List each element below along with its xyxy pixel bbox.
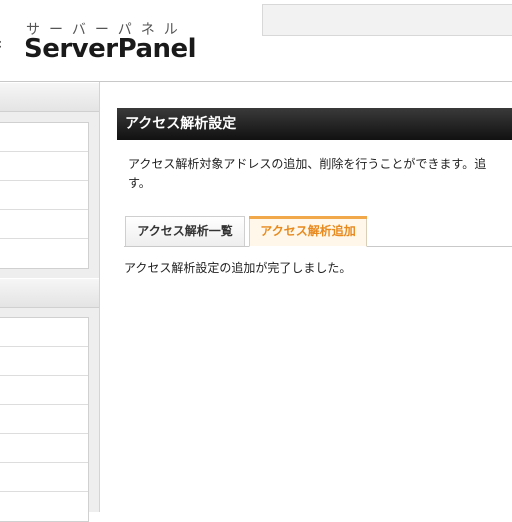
description-line: アクセス解析対象アドレスの追加、削除を行うことができます。追 bbox=[128, 157, 487, 171]
sidebar-item[interactable] bbox=[0, 434, 88, 463]
sidebar-item[interactable] bbox=[0, 492, 88, 521]
sidebar-section-header[interactable] bbox=[0, 278, 99, 308]
page-title: アクセス解析設定 bbox=[117, 108, 512, 140]
sidebar-item[interactable] bbox=[0, 347, 88, 376]
sidebar-item[interactable] bbox=[0, 239, 88, 268]
sidebar-item[interactable] bbox=[0, 210, 88, 239]
main-content: アクセス解析設定 アクセス解析対象アドレスの追加、削除を行うことができます。追 … bbox=[100, 82, 512, 512]
sidebar-item[interactable] bbox=[0, 376, 88, 405]
result-message: アクセス解析設定の追加が完了しました。 bbox=[124, 261, 352, 275]
sidebar-item[interactable] bbox=[0, 181, 88, 210]
header-bar bbox=[262, 4, 512, 36]
sidebar-item[interactable] bbox=[0, 318, 88, 347]
sidebar-item[interactable] bbox=[0, 123, 88, 152]
sidebar-item[interactable] bbox=[0, 405, 88, 434]
page-description: アクセス解析対象アドレスの追加、削除を行うことができます。追 す。 bbox=[128, 155, 512, 193]
sidebar-item[interactable] bbox=[0, 463, 88, 492]
sidebar bbox=[0, 82, 100, 522]
tab-access-analysis-add[interactable]: アクセス解析追加 bbox=[249, 216, 367, 247]
header: ‹ サーバーパネル ServerPanel bbox=[0, 0, 512, 82]
sidebar-menu bbox=[0, 122, 89, 269]
sidebar-section-header[interactable] bbox=[0, 82, 99, 112]
sidebar-item[interactable] bbox=[0, 152, 88, 181]
logo[interactable]: ServerPanel bbox=[24, 34, 197, 64]
sidebar-menu bbox=[0, 317, 89, 522]
tab-bar: アクセス解析一覧 アクセス解析追加 bbox=[124, 216, 512, 247]
logo-mark-icon: ‹ bbox=[0, 34, 2, 53]
description-line: す。 bbox=[128, 176, 151, 190]
tab-access-analysis-list[interactable]: アクセス解析一覧 bbox=[125, 216, 245, 246]
